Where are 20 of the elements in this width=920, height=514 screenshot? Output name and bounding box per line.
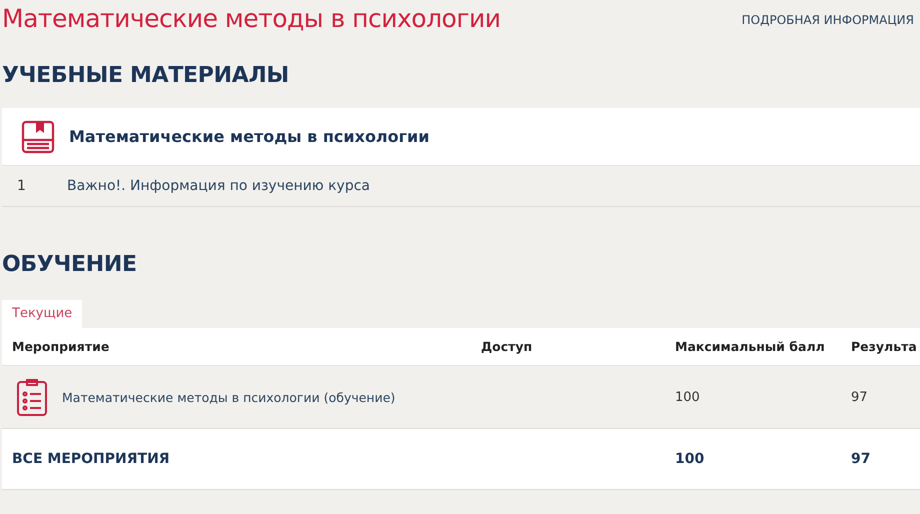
course-title: Математические методы в психологии bbox=[69, 127, 430, 146]
page-title: Математические методы в психологии bbox=[2, 4, 500, 32]
column-header: Результа bbox=[851, 339, 918, 354]
total-label: ВСЕ МЕРОПРИЯТИЯ bbox=[12, 451, 171, 467]
clipboard-icon bbox=[16, 377, 48, 417]
tab[interactable]: Текущие bbox=[2, 300, 82, 328]
total-result: 97 bbox=[851, 451, 872, 467]
item-number: 1 bbox=[17, 178, 27, 194]
column-header: Доступ bbox=[481, 339, 534, 354]
table-cell-text: 100 bbox=[675, 390, 701, 404]
details-link[interactable]: ПОДРОБНАЯ ИНФОРМАЦИЯ bbox=[742, 13, 914, 27]
section-heading: УЧЕБНЫЕ МАТЕРИАЛЫ bbox=[2, 63, 290, 90]
section-heading: ОБУЧЕНИЕ bbox=[2, 252, 138, 279]
book-icon bbox=[21, 120, 55, 154]
column-header: Мероприятие bbox=[12, 339, 110, 354]
table-cell-text: 97 bbox=[851, 390, 869, 404]
material-link[interactable]: Важно!. Информация по изучению курса bbox=[67, 178, 370, 194]
total-max-score: 100 bbox=[675, 451, 706, 467]
event-link[interactable]: Математические методы в психологии (обучение) bbox=[62, 390, 396, 404]
column-header: Максимальный балл bbox=[675, 339, 826, 354]
